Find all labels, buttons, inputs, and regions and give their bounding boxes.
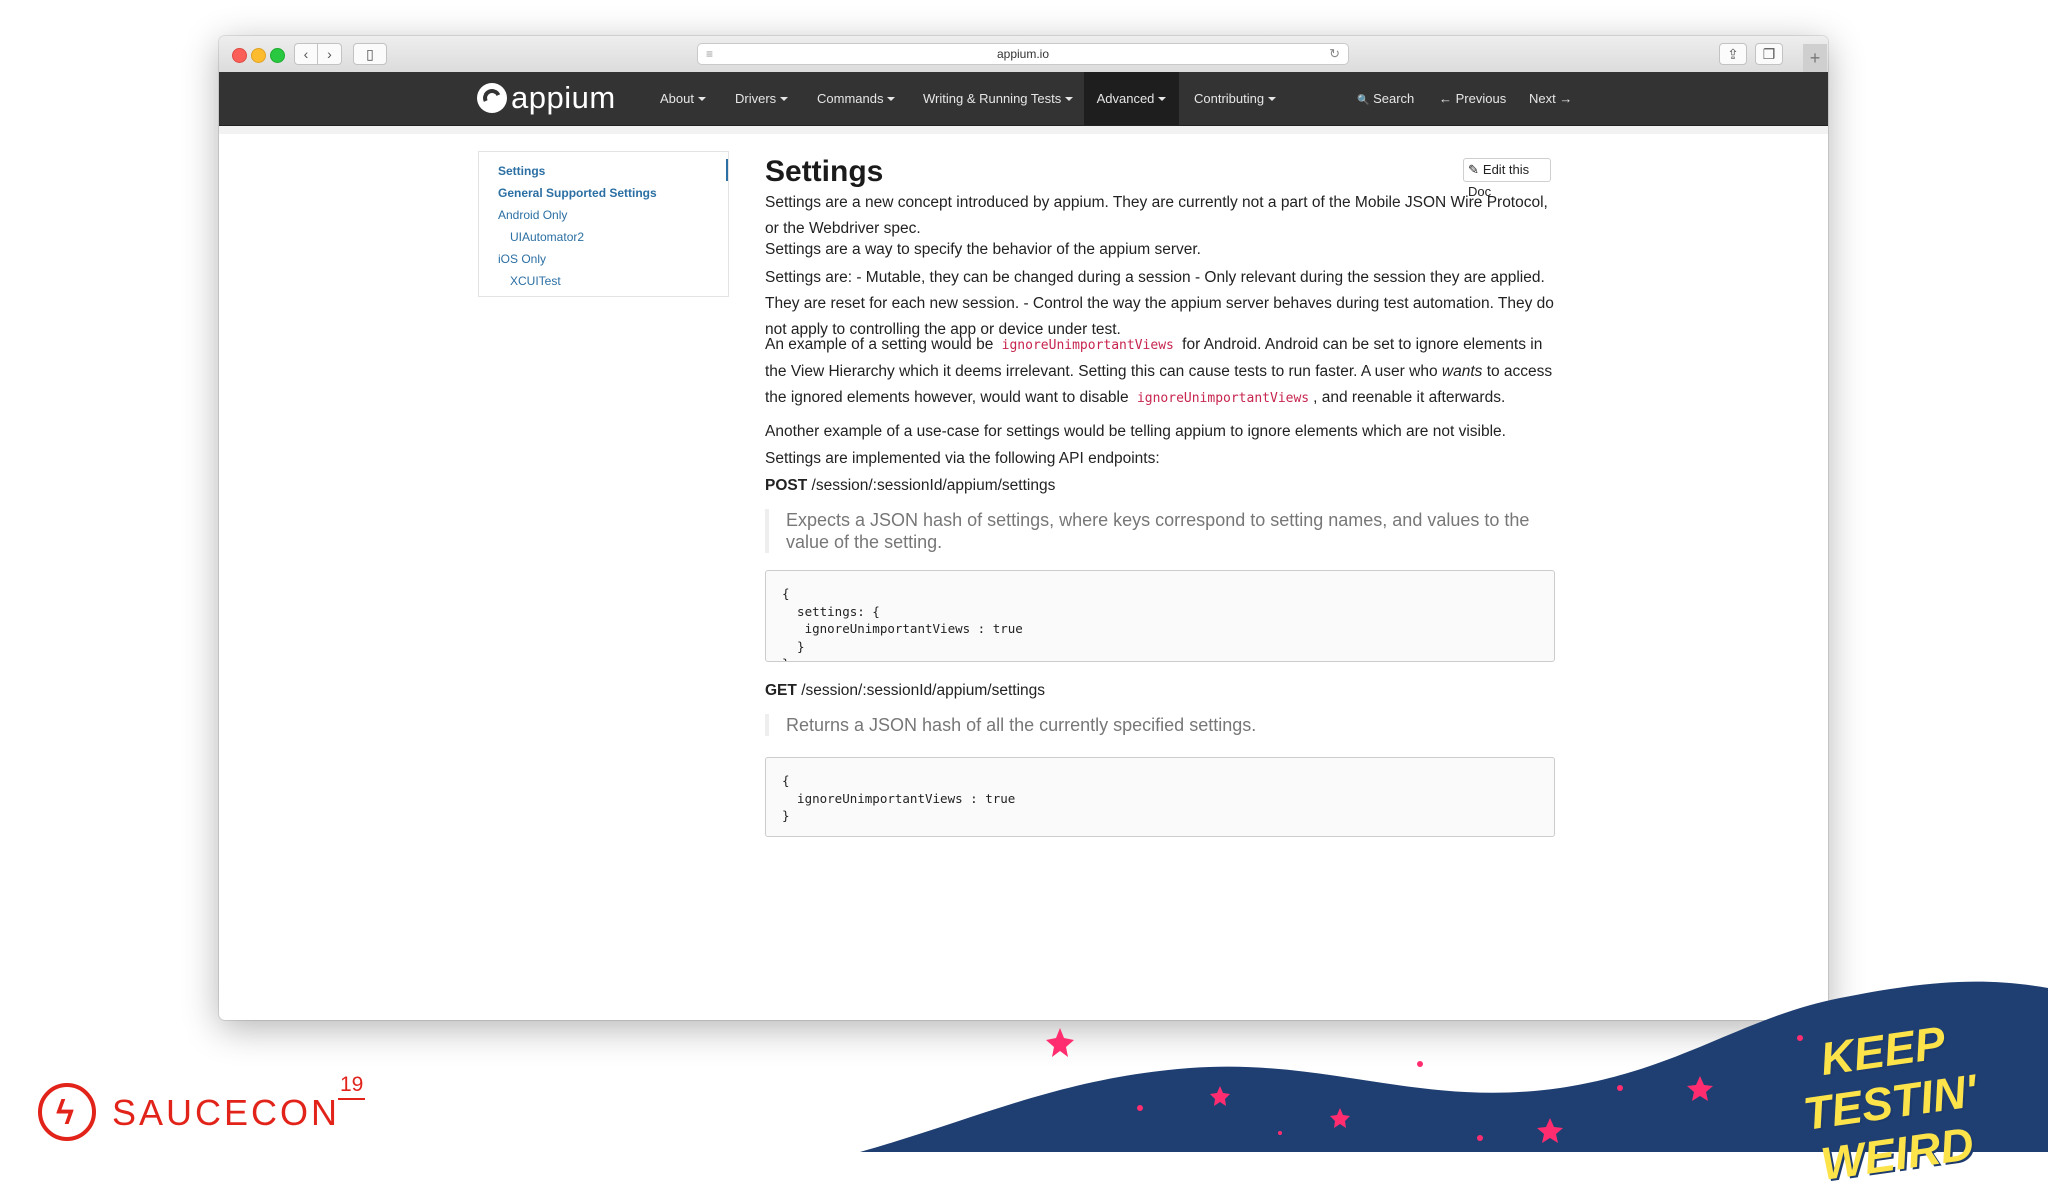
paragraph-use-case: Another example of a use-case for settin… (765, 423, 1506, 440)
dot-decoration (1417, 1061, 1423, 1067)
sidebar-toggle-button[interactable]: ▯ (353, 43, 387, 65)
inline-code: ignoreUnimportantViews (1136, 391, 1310, 406)
nav-search[interactable]: 🔍 Search (1357, 72, 1414, 125)
nav-label: Previous (1455, 91, 1507, 106)
text: , and reenable it afterwards. (1313, 389, 1506, 406)
toc-item-android-only[interactable]: Android Only (498, 208, 567, 222)
new-tab-button[interactable]: + (1803, 44, 1827, 72)
endpoint-path: /session/:sessionId/appium/settings (801, 682, 1046, 699)
endpoint-path: /session/:sessionId/appium/settings (811, 477, 1056, 494)
text: An example of a setting would be (765, 336, 994, 353)
nav-label: Writing & Running Tests (923, 91, 1062, 106)
nav-label: Advanced (1096, 91, 1155, 106)
lightning-bolt-icon: ϟ (56, 1094, 74, 1132)
sidebar-icon: ▯ (366, 46, 374, 62)
nav-about[interactable]: About (660, 72, 706, 125)
blockquote-get: Returns a JSON hash of all the currently… (765, 714, 1555, 736)
caret-down-icon (697, 97, 706, 101)
table-of-contents: Settings General Supported Settings Andr… (478, 151, 729, 297)
browser-window: ‹ › ▯ ≡ appium.io ↻ ⇪ ❐ + appium About D… (219, 36, 1828, 1020)
pencil-icon: ✎ (1468, 162, 1479, 177)
page-title: Settings (765, 155, 884, 188)
plus-icon: + (1809, 48, 1821, 68)
chevron-right-icon: › (327, 46, 332, 62)
endpoint-get: GET /session/:sessionId/appium/settings (765, 678, 1555, 704)
toc-active-indicator (726, 159, 728, 181)
dot-decoration (1278, 1131, 1282, 1135)
star-icon (1046, 1028, 1074, 1057)
nav-label: Search (1373, 91, 1415, 106)
share-icon: ⇪ (1727, 46, 1739, 62)
arrow-left-icon: ← (1439, 91, 1452, 106)
edit-doc-button[interactable]: ✎ Edit this Doc (1463, 158, 1551, 199)
caret-down-icon (1268, 97, 1277, 101)
nav-next[interactable]: Next → (1529, 72, 1572, 125)
nav-label: Commands (817, 91, 884, 106)
show-tabs-button[interactable]: ❐ (1755, 43, 1783, 65)
code-block-post: { settings: { ignoreUnimportantViews : t… (765, 570, 1555, 662)
window-minimize-button[interactable] (251, 48, 266, 63)
nav-commands[interactable]: Commands (817, 72, 896, 125)
paragraph-example: An example of a setting would be ignoreU… (765, 332, 1555, 412)
http-method: GET (765, 682, 797, 699)
code-block-get: { ignoreUnimportantViews : true } (765, 757, 1555, 837)
blockquote-post: Expects a JSON hash of settings, where k… (765, 509, 1555, 553)
paragraph-definition: Settings are a way to specify the behavi… (765, 241, 1201, 258)
site-navbar: appium About Drivers Commands Writing & … (219, 72, 1828, 126)
back-button[interactable]: ‹ (294, 43, 318, 65)
saucelabs-logo-icon: ϟ (38, 1083, 96, 1141)
navbar-shadow-strip (219, 126, 1828, 134)
reload-icon[interactable]: ↻ (1329, 44, 1340, 64)
chevron-left-icon: ‹ (303, 46, 309, 62)
logo-text: appium (511, 80, 616, 115)
saucecon-year: 19 (338, 1072, 366, 1100)
window-maximize-button[interactable] (270, 48, 285, 63)
nav-label: Drivers (735, 91, 777, 106)
paragraph-endpoints: Settings are implemented via the followi… (765, 450, 1160, 467)
nav-advanced[interactable]: Advanced (1084, 72, 1179, 125)
toc-item-ios-only[interactable]: iOS Only (498, 252, 546, 266)
caret-down-icon (887, 97, 896, 101)
nav-previous[interactable]: ← Previous (1439, 72, 1506, 125)
caret-down-icon (1065, 97, 1074, 101)
caret-down-icon (780, 97, 789, 101)
emphasis: wants (1441, 363, 1483, 380)
address-bar[interactable]: ≡ appium.io ↻ (697, 43, 1349, 65)
url-text: appium.io (996, 47, 1050, 61)
nav-writing-running-tests[interactable]: Writing & Running Tests (923, 72, 1074, 125)
forward-button[interactable]: › (318, 43, 342, 65)
appium-logo-icon (477, 83, 507, 113)
reader-icon[interactable]: ≡ (706, 44, 713, 64)
toc-item-general-supported-settings[interactable]: General Supported Settings (498, 186, 657, 200)
nav-label: About (660, 91, 694, 106)
window-close-button[interactable] (232, 48, 247, 63)
toc-item-uiautomator2[interactable]: UIAutomator2 (510, 230, 584, 244)
nav-label: Next (1529, 91, 1556, 106)
dot-decoration (1477, 1135, 1483, 1141)
appium-logo[interactable]: appium (477, 80, 616, 116)
dot-decoration (1137, 1105, 1143, 1111)
dot-decoration (1617, 1085, 1623, 1091)
arrow-right-icon: → (1559, 91, 1573, 106)
paragraph-intro: Settings are a new concept introduced by… (765, 194, 1548, 237)
http-method: POST (765, 477, 808, 494)
browser-titlebar: ‹ › ▯ ≡ appium.io ↻ ⇪ ❐ + (219, 36, 1828, 73)
nav-label: Contributing (1194, 91, 1265, 106)
caret-down-icon (1158, 97, 1167, 101)
nav-contributing[interactable]: Contributing (1194, 72, 1277, 125)
share-button[interactable]: ⇪ (1719, 43, 1747, 65)
toc-item-settings[interactable]: Settings (498, 164, 545, 178)
toc-item-xcuitest[interactable]: XCUITest (510, 274, 561, 288)
nav-drivers[interactable]: Drivers (735, 72, 789, 125)
saucecon-wordmark: SAUCECON (112, 1092, 341, 1133)
search-icon: 🔍 (1357, 95, 1370, 106)
tabs-icon: ❐ (1762, 46, 1776, 62)
inline-code: ignoreUnimportantViews (1001, 338, 1174, 353)
endpoint-post: POST /session/:sessionId/appium/settings (765, 473, 1555, 499)
